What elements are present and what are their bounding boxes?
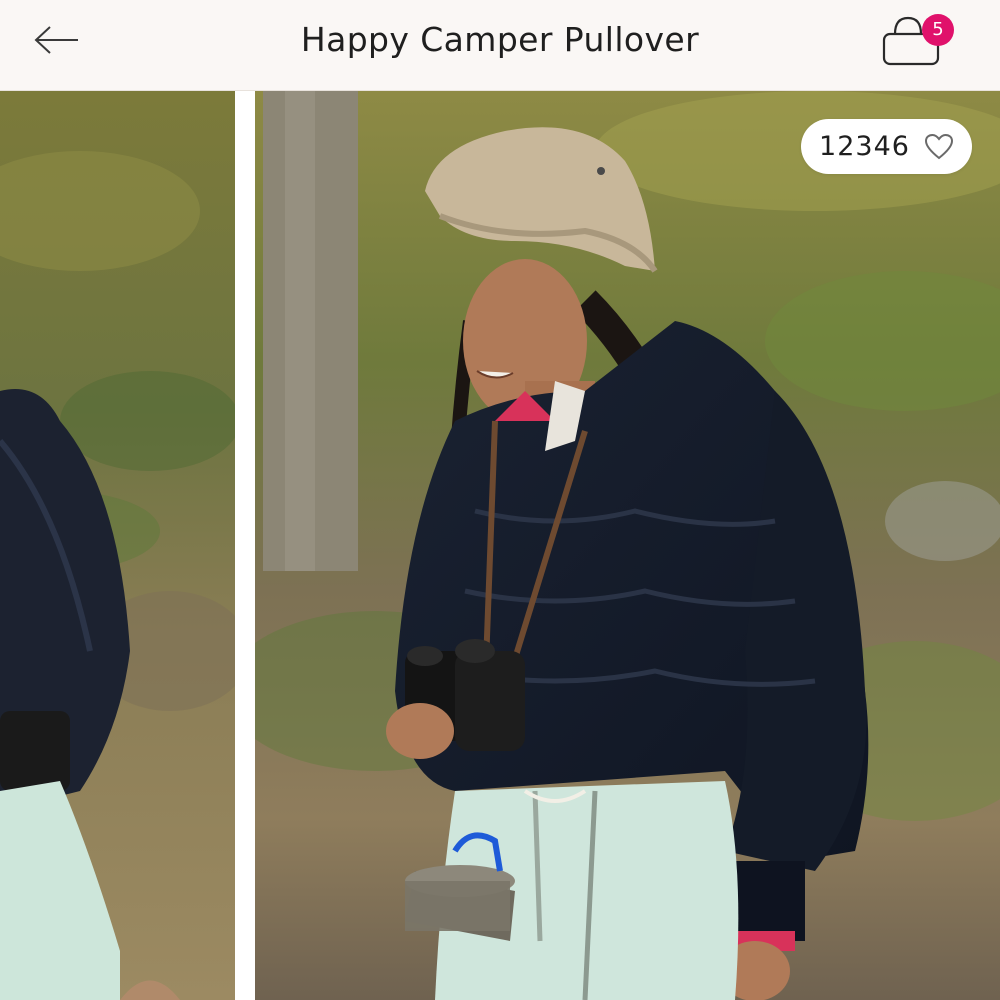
favorite-button[interactable]: 12346 bbox=[801, 119, 972, 174]
product-photo-front[interactable] bbox=[255, 91, 1000, 1000]
product-photo-side[interactable] bbox=[0, 91, 235, 1000]
product-image-gallery[interactable] bbox=[0, 91, 1000, 1000]
cart-count-badge: 5 bbox=[922, 14, 954, 46]
page-title: Happy Camper Pullover bbox=[300, 20, 700, 59]
top-nav-bar: Happy Camper Pullover 5 bbox=[0, 0, 1000, 91]
heart-outline-icon bbox=[924, 133, 953, 159]
favorite-count: 12346 bbox=[819, 131, 910, 162]
